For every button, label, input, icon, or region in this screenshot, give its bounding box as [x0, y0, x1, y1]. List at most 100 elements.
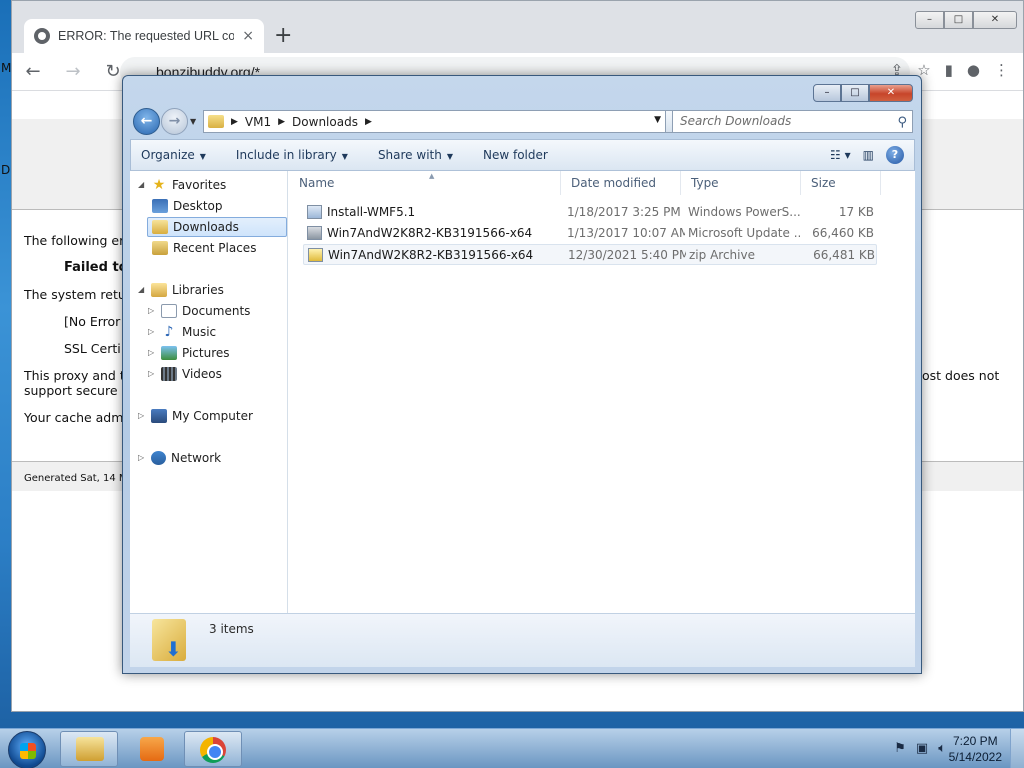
minimize-button[interactable]: –	[915, 11, 944, 29]
back-button[interactable]: ←	[22, 61, 44, 82]
error-text: The following er	[24, 233, 125, 248]
file-size: 66,460 KB	[812, 226, 874, 240]
taskbar-media-player-button[interactable]	[122, 731, 180, 767]
left-fragment: M	[1, 61, 12, 75]
left-fragment: D	[1, 163, 11, 177]
tab-close-icon[interactable]: ×	[242, 28, 254, 44]
recent-places-icon	[152, 241, 168, 255]
chevron-right-icon[interactable]: ▶	[365, 117, 372, 127]
close-button[interactable]: ✕	[973, 11, 1017, 29]
msu-file-icon	[307, 226, 322, 240]
downloads-folder-icon	[152, 619, 186, 661]
nav-libraries[interactable]: ◢ Libraries	[138, 280, 224, 300]
column-header-type[interactable]: Type	[681, 171, 801, 195]
nav-desktop[interactable]: Desktop	[152, 196, 223, 216]
breadcrumb[interactable]: ▶ VM1 ▶ Downloads ▶ ▼	[203, 110, 666, 133]
nav-recent-places[interactable]: Recent Places	[152, 238, 256, 258]
nav-pictures[interactable]: ▷ Pictures	[148, 343, 230, 363]
new-tab-button[interactable]: +	[274, 23, 292, 49]
search-input[interactable]: Search Downloads ⚲	[672, 110, 913, 133]
file-row[interactable]: Install-WMF5.1 1/18/2017 3:25 PM Windows…	[303, 202, 877, 223]
volume-icon[interactable]: 🔈︎	[938, 741, 946, 756]
search-placeholder: Search Downloads	[680, 114, 792, 128]
error-text: SSL Certi	[64, 341, 121, 356]
chevron-down-icon: ▼	[341, 152, 348, 161]
error-text: [No Error	[64, 314, 121, 329]
column-header-size[interactable]: Size	[801, 171, 881, 195]
network-tray-icon[interactable]: ▣	[916, 741, 928, 756]
taskbar: ⚑ ▣ 🔈︎ 7:20 PM 5/14/2022	[0, 728, 1024, 768]
file-type: zip Archive	[689, 248, 755, 262]
breadcrumb-item[interactable]: VM1	[245, 115, 271, 129]
collapsed-triangle-icon: ▷	[138, 411, 145, 420]
back-arrow-icon[interactable]: ←	[133, 108, 160, 135]
error-text: support secure c	[24, 383, 129, 398]
clock[interactable]: 7:20 PM 5/14/2022	[949, 733, 1002, 765]
menu-icon[interactable]: ⋮	[994, 61, 1009, 79]
collapsed-triangle-icon: ▷	[148, 348, 155, 357]
address-row: ← → ▼ ▶ VM1 ▶ Downloads ▶ ▼ ⇆ Search Dow…	[131, 108, 913, 136]
breadcrumb-item[interactable]: Downloads	[292, 115, 358, 129]
file-row[interactable]: Win7AndW2K8R2-KB3191566-x64 12/30/2021 5…	[303, 244, 877, 265]
navigation-pane: ◢ ★ Favorites Desktop Downloads Recent Pla…	[130, 171, 288, 613]
file-name: Win7AndW2K8R2-KB3191566-x64	[328, 248, 534, 262]
nav-downloads[interactable]: Downloads	[147, 217, 287, 237]
error-text: Your cache admi	[24, 410, 127, 425]
file-size: 17 KB	[838, 205, 874, 219]
show-desktop-button[interactable]	[1010, 729, 1024, 768]
chevron-down-icon: ▼	[446, 152, 453, 161]
column-header-date-modified[interactable]: Date modified	[561, 171, 681, 195]
recent-pages-dropdown-icon[interactable]: ▼	[190, 117, 196, 126]
organize-button[interactable]: Organize ▼	[141, 148, 206, 162]
file-row[interactable]: Win7AndW2K8R2-KB3191566-x64 1/13/2017 10…	[303, 223, 877, 244]
file-size: 66,481 KB	[813, 248, 875, 262]
maximize-button[interactable]: □	[841, 84, 869, 102]
close-button[interactable]: ✕	[869, 84, 913, 102]
nav-network[interactable]: ▷ Network	[138, 448, 221, 468]
view-controls: ☷ ▾ ▥ ?	[830, 146, 904, 164]
powershell-script-icon	[307, 205, 322, 219]
search-icon[interactable]: ⚲	[897, 112, 907, 133]
file-date: 1/18/2017 3:25 PM	[567, 205, 681, 219]
explorer-window: – □ ✕ ← → ▼ ▶ VM1 ▶ Downloads ▶ ▼ ⇆ Sear…	[122, 75, 922, 674]
new-folder-button[interactable]: New folder	[483, 148, 548, 162]
help-icon[interactable]: ?	[886, 146, 904, 164]
expanded-triangle-icon: ◢	[138, 180, 145, 189]
expanded-triangle-icon: ◢	[138, 285, 145, 294]
chevron-right-icon[interactable]: ▶	[231, 117, 238, 127]
start-button[interactable]	[8, 731, 46, 768]
column-header-name[interactable]: Name ▲	[289, 171, 561, 195]
explorer-window-controls: – □ ✕	[813, 84, 913, 102]
collapsed-triangle-icon: ▷	[138, 453, 145, 462]
chevron-right-icon[interactable]: ▶	[278, 117, 285, 127]
computer-icon	[151, 409, 167, 423]
chrome-icon	[200, 737, 226, 763]
taskbar-chrome-button[interactable]	[184, 731, 242, 767]
nav-favorites[interactable]: ◢ ★ Favorites	[138, 175, 226, 195]
nav-videos[interactable]: ▷ Videos	[148, 364, 222, 384]
nav-documents[interactable]: ▷ Documents	[148, 301, 250, 321]
network-icon	[151, 451, 166, 465]
pictures-icon	[161, 346, 177, 360]
profile-icon[interactable]: ●	[967, 61, 980, 79]
taskbar-explorer-button[interactable]	[60, 731, 118, 767]
maximize-button[interactable]: □	[944, 11, 973, 29]
forward-arrow-icon[interactable]: →	[161, 108, 188, 135]
error-text: ost does not	[922, 368, 1000, 383]
action-center-flag-icon[interactable]: ⚑	[894, 741, 906, 756]
share-with-button[interactable]: Share with ▼	[378, 148, 453, 162]
error-text: This proxy and t	[24, 368, 125, 383]
downloads-folder-icon	[152, 220, 168, 234]
tab-title: ERROR: The requested URL coul	[58, 29, 235, 43]
sidebar-icon[interactable]: ▮	[945, 61, 953, 79]
minimize-button[interactable]: –	[813, 84, 841, 102]
include-in-library-button[interactable]: Include in library ▼	[236, 148, 348, 162]
view-options-icon[interactable]: ☷ ▾	[830, 148, 851, 162]
preview-pane-icon[interactable]: ▥	[863, 148, 874, 162]
nav-music[interactable]: ▷ ♪ Music	[148, 322, 216, 342]
browser-tab[interactable]: ERROR: The requested URL coul ×	[24, 19, 264, 53]
nav-my-computer[interactable]: ▷ My Computer	[138, 406, 253, 426]
forward-button[interactable]: →	[62, 61, 84, 82]
address-dropdown-icon[interactable]: ▼	[654, 115, 661, 125]
file-date: 1/13/2017 10:07 AM	[567, 226, 685, 240]
